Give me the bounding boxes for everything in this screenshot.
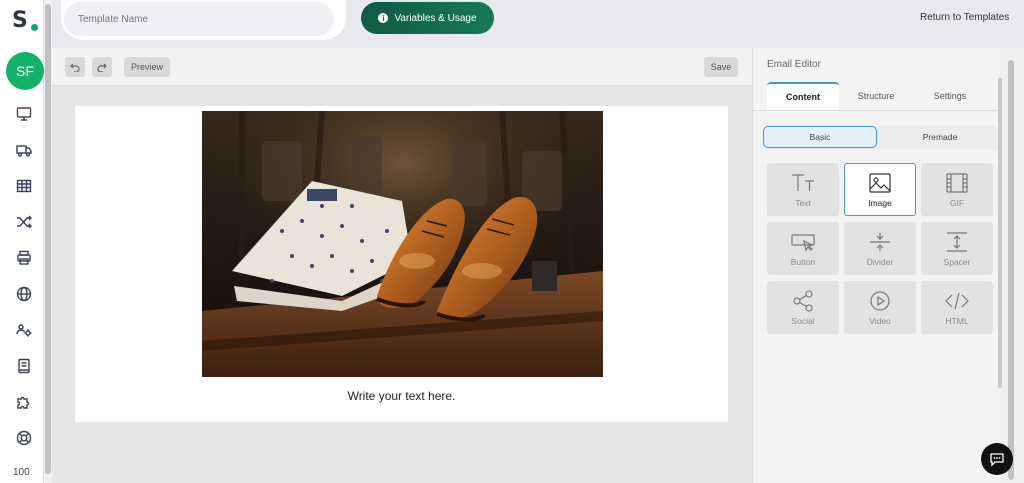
logo-dot — [31, 24, 38, 31]
divider-icon — [870, 232, 890, 251]
zoom-level: 100 — [13, 467, 30, 478]
email-image-block[interactable] — [202, 111, 603, 377]
template-name-input[interactable] — [64, 2, 334, 36]
table-icon[interactable] — [16, 178, 32, 194]
email-editor-panel: Email Editor Content Structure Settings … — [752, 48, 1001, 483]
truck-icon[interactable] — [16, 142, 32, 158]
segment-basic[interactable]: Basic — [763, 126, 877, 148]
tab-settings[interactable]: Settings — [917, 82, 983, 110]
gif-icon — [946, 172, 968, 193]
block-video[interactable]: Video — [844, 281, 916, 334]
shoes-and-shirts-photo — [202, 111, 603, 377]
lifebuoy-icon[interactable] — [16, 430, 32, 446]
block-gif[interactable]: GIF — [921, 163, 993, 216]
block-type-segmented-control: Basic Premade — [763, 126, 999, 150]
block-html[interactable]: HTML — [921, 281, 993, 334]
panel-title: Email Editor — [767, 59, 821, 70]
image-icon — [869, 172, 891, 193]
email-body[interactable]: Write your text here. — [75, 106, 728, 422]
print-icon[interactable] — [16, 250, 32, 266]
share-icon — [793, 289, 813, 312]
segment-premade[interactable]: Premade — [881, 126, 999, 148]
sidebar: S SF 100 — [0, 0, 44, 483]
undo-button[interactable] — [65, 57, 85, 77]
info-icon: i — [378, 13, 389, 23]
avatar[interactable]: SF — [6, 52, 44, 90]
globe-icon[interactable] — [16, 286, 32, 302]
block-divider[interactable]: Divider — [844, 222, 916, 275]
button-icon — [791, 233, 815, 252]
spacer-icon — [947, 231, 967, 252]
block-text[interactable]: Text — [767, 163, 839, 216]
return-to-templates-link[interactable]: Return to Templates — [920, 12, 1009, 23]
tab-content[interactable]: Content — [767, 82, 839, 110]
preview-button[interactable]: Preview — [124, 57, 170, 77]
logo: S — [12, 8, 28, 33]
undo-icon — [70, 63, 80, 72]
shuffle-icon[interactable] — [16, 214, 32, 230]
canvas-toolbar: Preview Save — [52, 48, 752, 86]
chat-icon — [990, 453, 1004, 467]
sidebar-scrollbar[interactable] — [44, 0, 52, 483]
people-settings-icon[interactable] — [16, 322, 32, 338]
monitor-icon[interactable] — [16, 106, 32, 122]
email-canvas-area: Preview Save Write your text here. — [52, 48, 752, 483]
code-icon — [945, 292, 969, 309]
block-image[interactable]: Image — [844, 163, 916, 216]
block-social[interactable]: Social — [767, 281, 839, 334]
redo-icon — [97, 63, 107, 72]
puzzle-icon[interactable] — [16, 394, 32, 410]
save-button[interactable]: Save — [704, 57, 738, 77]
email-text-block[interactable]: Write your text here. — [75, 389, 728, 403]
tab-structure[interactable]: Structure — [843, 82, 909, 110]
book-icon[interactable] — [16, 358, 32, 374]
block-button[interactable]: Button — [767, 222, 839, 275]
chat-support-button[interactable] — [981, 443, 1013, 475]
variables-usage-label: Variables & Usage — [394, 12, 477, 24]
video-icon — [870, 290, 890, 311]
variables-usage-button[interactable]: i Variables & Usage — [361, 2, 494, 34]
block-spacer[interactable]: Spacer — [921, 222, 993, 275]
redo-button[interactable] — [92, 57, 112, 77]
panel-scrollbar[interactable] — [998, 48, 1024, 483]
text-icon — [792, 173, 814, 191]
